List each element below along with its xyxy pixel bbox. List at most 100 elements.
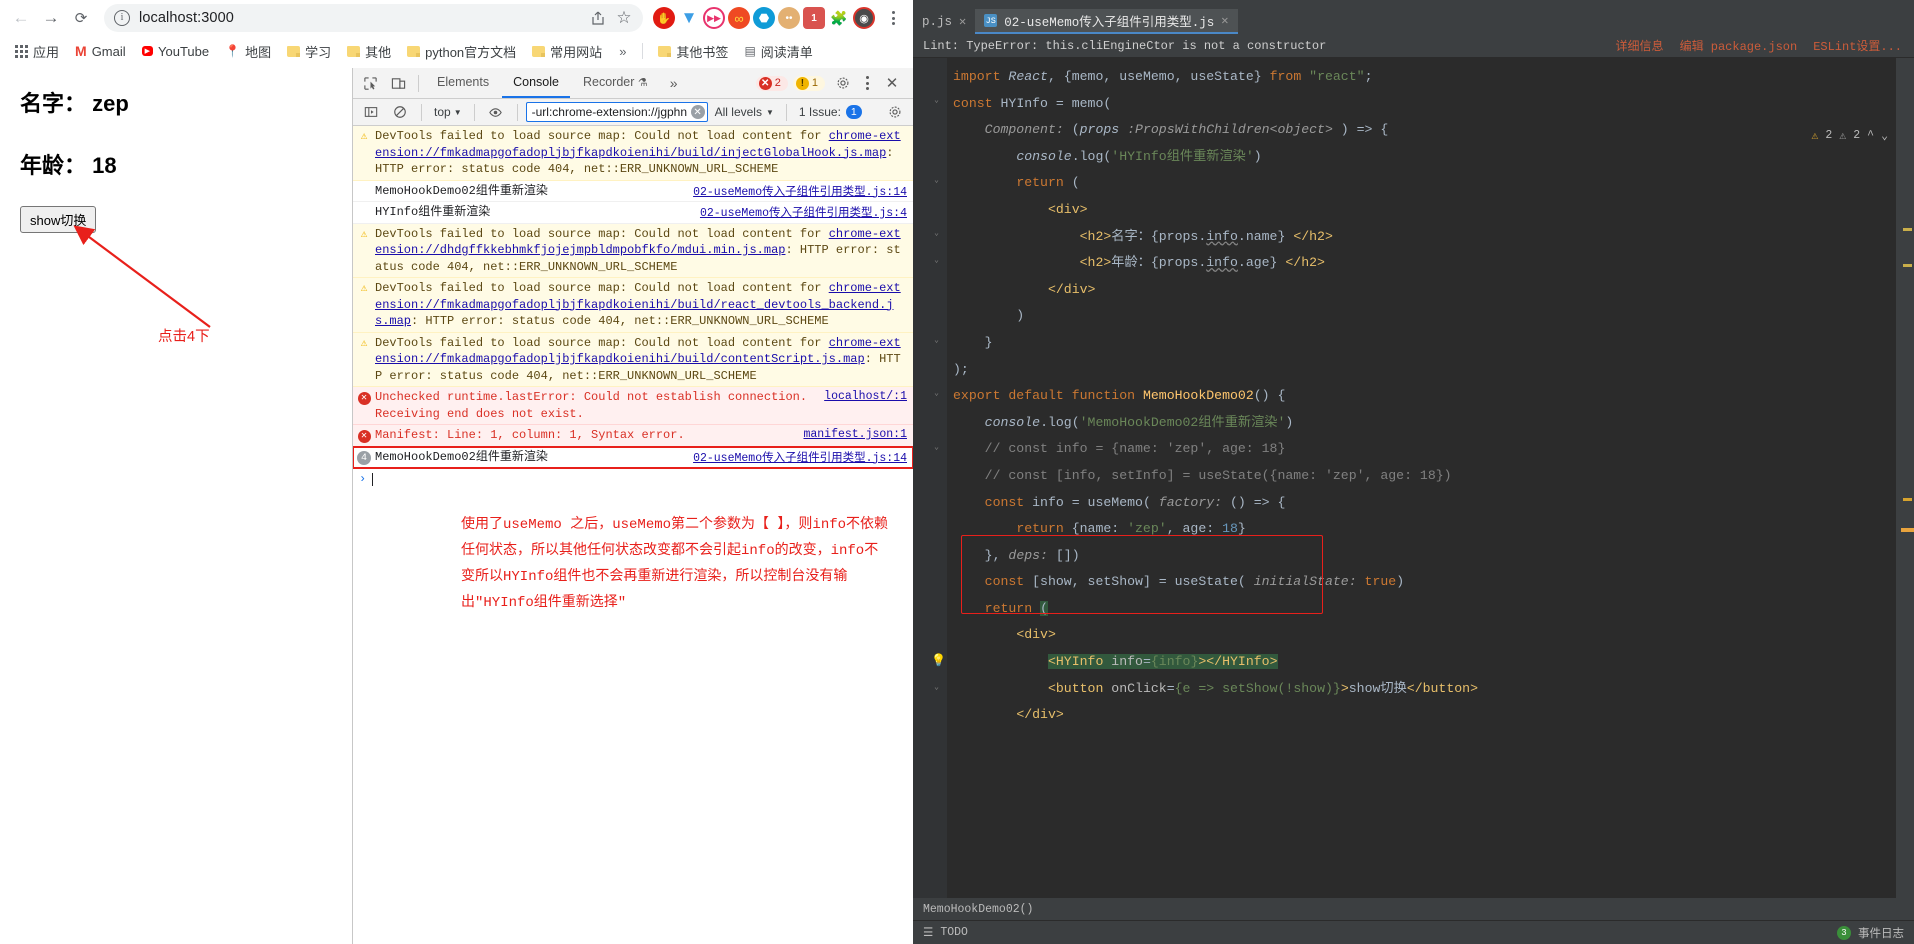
bookmark-folder-study[interactable]: 学习: [280, 39, 338, 64]
tab-recorder[interactable]: Recorder ⚗: [572, 69, 659, 98]
tab-elements[interactable]: Elements: [426, 69, 500, 98]
editor-tab-inactive[interactable]: p.js ✕: [913, 9, 975, 34]
source-link[interactable]: 02-useMemo传入子组件引用类型.js:4: [700, 207, 907, 220]
console-message-source[interactable]: 02-useMemo传入子组件引用类型.js:14: [687, 449, 907, 466]
bookmark-reading-list[interactable]: ▤ 阅读清单: [737, 39, 819, 64]
source-link[interactable]: localhost/:1: [824, 390, 907, 403]
fold-icon[interactable]: ⌄: [932, 336, 941, 345]
event-log-label[interactable]: 事件日志: [1858, 925, 1904, 941]
console-message-error[interactable]: ✕ Manifest: Line: 1, column: 1, Syntax e…: [353, 425, 913, 447]
editor-gutter[interactable]: ⌄ ⌄ ⌄ ⌄ ⌄ ⌄ ⌄ ⌄ 💡: [913, 58, 947, 898]
device-toolbar-icon[interactable]: [385, 71, 411, 95]
source-link[interactable]: manifest.json:1: [803, 428, 907, 441]
bookmark-other-bookmarks[interactable]: 其他书签: [651, 39, 735, 64]
fold-icon[interactable]: ⌄: [932, 683, 941, 692]
bookmark-folder-python[interactable]: python官方文档: [400, 39, 523, 64]
infinity-extension-icon[interactable]: ∞: [728, 7, 750, 29]
clear-filter-icon[interactable]: ✕: [690, 105, 705, 119]
jigsaw-extensions-icon[interactable]: 🧩: [828, 7, 850, 29]
lint-details-link[interactable]: 详细信息: [1616, 37, 1664, 54]
console-message-warning[interactable]: ⚠ DevTools failed to load source map: Co…: [353, 126, 913, 181]
lint-settings-link[interactable]: ESLint设置...: [1813, 37, 1902, 54]
prev-problem-icon[interactable]: ^: [1867, 129, 1874, 142]
console-message-highlighted[interactable]: 4 MemoHookDemo02组件重新渲染 02-useMemo传入子组件引用…: [353, 445, 913, 469]
azure-extension-icon[interactable]: ⬣: [753, 7, 775, 29]
bookmark-label: Gmail: [91, 43, 126, 59]
close-icon[interactable]: ✕: [1221, 13, 1228, 28]
bookmark-folder-other[interactable]: 其他: [340, 39, 398, 64]
warning-count: 1: [811, 77, 818, 89]
fold-icon[interactable]: ⌄: [932, 256, 941, 265]
fold-icon[interactable]: ⌄: [932, 96, 941, 105]
picture-in-picture-icon[interactable]: ◉: [853, 7, 875, 29]
error-stripe-mark[interactable]: [1903, 264, 1912, 267]
next-problem-icon[interactable]: ⌄: [1881, 128, 1888, 143]
editor-right-marker-bar[interactable]: [1896, 58, 1914, 898]
intention-bulb-icon[interactable]: 💡: [931, 653, 946, 668]
adblock-extension-icon[interactable]: ✋: [653, 7, 675, 29]
error-stripe-mark[interactable]: [1903, 498, 1912, 501]
editor-main[interactable]: ⌄ ⌄ ⌄ ⌄ ⌄ ⌄ ⌄ ⌄ 💡 import React, {memo, u…: [913, 58, 1914, 898]
bookmark-folder-common[interactable]: 常用网站: [525, 39, 609, 64]
editor-tab-active[interactable]: JS 02-useMemo传入子组件引用类型.js ✕: [975, 9, 1238, 34]
console-sidebar-icon[interactable]: [358, 100, 384, 124]
lint-edit-package-link[interactable]: 编辑 package.json: [1680, 37, 1798, 54]
bookmark-gmail[interactable]: M Gmail: [68, 40, 133, 62]
back-icon[interactable]: ←: [8, 5, 34, 31]
source-link[interactable]: 02-useMemo传入子组件引用类型.js:14: [693, 186, 907, 199]
fold-icon[interactable]: ⌄: [932, 389, 941, 398]
console-message-list[interactable]: ⚠ DevTools failed to load source map: Co…: [353, 126, 913, 944]
error-stripe-mark[interactable]: [1903, 228, 1912, 231]
address-bar[interactable]: i localhost:3000 ☆: [104, 4, 643, 32]
bookmark-maps[interactable]: 📍 地图: [218, 39, 278, 64]
bookmark-youtube[interactable]: ▶ YouTube: [135, 41, 216, 62]
console-message-error[interactable]: ✕ Unchecked runtime.lastError: Could not…: [353, 387, 913, 425]
todo-tool-label[interactable]: TODO: [940, 926, 968, 939]
more-options-icon[interactable]: [861, 76, 874, 90]
caret-stripe-mark[interactable]: [1901, 528, 1914, 532]
gear-icon[interactable]: [830, 71, 856, 95]
fold-icon[interactable]: ⌄: [932, 229, 941, 238]
fold-icon[interactable]: ⌄: [932, 443, 941, 452]
console-message-source[interactable]: 02-useMemo传入子组件引用类型.js:4: [694, 204, 907, 221]
console-message-warning[interactable]: ⚠ DevTools failed to load source map: Co…: [353, 223, 913, 278]
console-message-warning[interactable]: ⚠ DevTools failed to load source map: Co…: [353, 278, 913, 333]
reload-icon[interactable]: ⟳: [68, 5, 94, 31]
fold-icon[interactable]: ⌄: [932, 176, 941, 185]
console-message-warning[interactable]: ⚠ DevTools failed to load source map: Co…: [353, 332, 913, 387]
inspect-element-icon[interactable]: [357, 71, 383, 95]
console-message-source[interactable]: localhost/:1: [818, 389, 907, 422]
site-info-icon[interactable]: i: [114, 10, 130, 26]
share-icon[interactable]: [585, 5, 611, 31]
vue-devtools-icon[interactable]: ▼: [678, 7, 700, 29]
execution-context-select[interactable]: top ▼: [430, 105, 466, 119]
browser-menu-icon[interactable]: [881, 5, 905, 31]
close-icon[interactable]: ✕: [959, 14, 966, 29]
cookie-extension-icon[interactable]: ••: [778, 7, 800, 29]
bookmark-star-icon[interactable]: ☆: [611, 5, 637, 31]
console-filter-input[interactable]: -url:chrome-extension://jgphn ✕: [525, 102, 708, 122]
show-toggle-button[interactable]: show切换: [20, 206, 97, 233]
warning-count-badge[interactable]: ! 1: [792, 75, 825, 91]
bookmarks-overflow-icon[interactable]: »: [611, 44, 634, 59]
console-message-log[interactable]: HYInfo组件重新渲染 02-useMemo传入子组件引用类型.js:4: [353, 202, 913, 224]
editor-code-area[interactable]: import React, {memo, useMemo, useState} …: [947, 58, 1896, 898]
clear-console-icon[interactable]: [387, 100, 413, 124]
console-message-log[interactable]: MemoHookDemo02组件重新渲染 02-useMemo传入子组件引用类型…: [353, 181, 913, 202]
live-expression-icon[interactable]: [483, 100, 509, 124]
tab-console[interactable]: Console: [502, 69, 570, 98]
console-message-source[interactable]: manifest.json:1: [797, 427, 907, 444]
console-prompt[interactable]: ›: [353, 468, 913, 490]
error-count-badge[interactable]: ✕ 2: [755, 75, 788, 91]
issues-chip[interactable]: 1 Issue: 1: [795, 105, 866, 119]
source-link[interactable]: 02-useMemo传入子组件引用类型.js:14: [693, 452, 907, 465]
more-tabs-icon[interactable]: »: [661, 75, 687, 91]
forward-icon[interactable]: →: [38, 5, 64, 31]
video-speed-extension-icon[interactable]: ▶▶: [703, 7, 725, 29]
console-message-source[interactable]: 02-useMemo传入子组件引用类型.js:14: [687, 183, 907, 200]
close-icon[interactable]: ✕: [879, 71, 905, 95]
bookmark-apps[interactable]: 应用: [8, 39, 66, 64]
log-levels-select[interactable]: All levels ▼: [711, 105, 778, 119]
puzzle-extensions-icon[interactable]: 1: [803, 7, 825, 29]
console-settings-icon[interactable]: [882, 100, 908, 124]
